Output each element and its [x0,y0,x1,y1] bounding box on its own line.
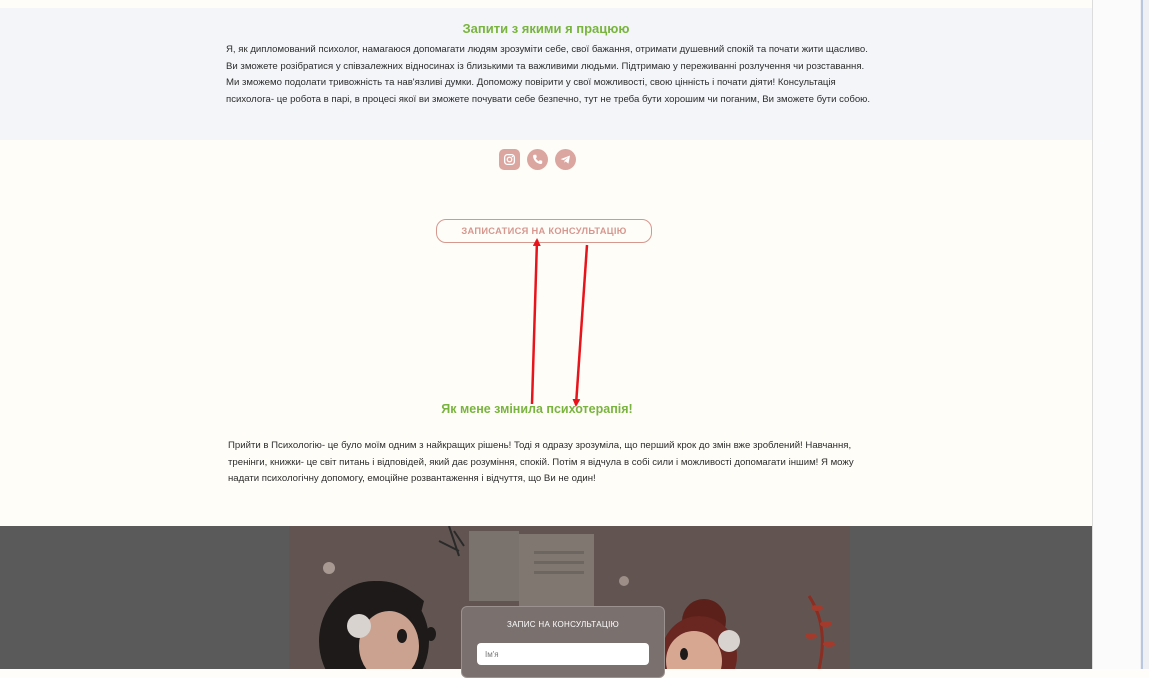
story-text: Прийти в Психологію- це було моїм одним … [228,440,854,484]
annotation-arrow-down [572,244,589,407]
requests-title: Запити з якими я працюю [462,21,630,36]
social-links [499,149,576,171]
phone-link[interactable] [527,149,548,170]
story-title: Як мене змінила психотерапія! [441,402,633,416]
annotation-arrow-up [530,238,541,405]
requests-section: Запити з якими я працюю Я, як дипломован… [0,8,1092,140]
phone-icon [533,154,543,164]
instagram-icon [503,153,516,166]
requests-text: Я, як дипломований психолог, намагаюся д… [226,44,871,105]
telegram-icon [560,155,571,164]
booking-form-title: ЗАПИС НА КОНСУЛЬТАЦІЮ [507,620,619,629]
page: Запити з якими я працюю Я, як дипломован… [0,0,1092,678]
instagram-link[interactable] [499,149,520,170]
telegram-link[interactable] [555,149,576,170]
book-consultation-button[interactable]: ЗАПИСАТИСЯ НА КОНСУЛЬТАЦІЮ [436,219,652,243]
name-input[interactable] [477,643,649,665]
booking-form: ЗАПИС НА КОНСУЛЬТАЦІЮ [461,606,665,678]
scrollbar-thumb[interactable] [1141,0,1143,669]
